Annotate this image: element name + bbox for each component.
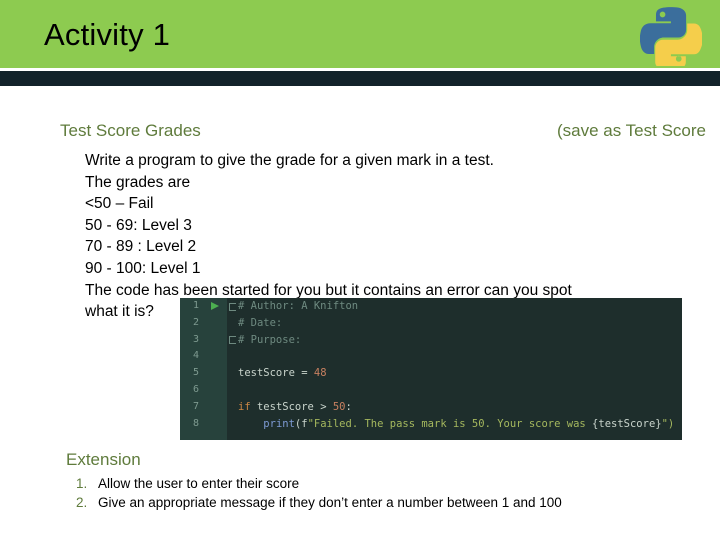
code-fold-gutter xyxy=(227,298,237,440)
code-token-comment: # Date: xyxy=(238,316,283,329)
code-token-interpolation: {testScore} xyxy=(592,417,662,430)
code-token-keyword: if xyxy=(238,400,251,413)
header-accent-stripe xyxy=(0,71,720,86)
list-item-number: 1. xyxy=(76,476,88,491)
line-number: 8 xyxy=(192,417,199,429)
section-heading-extension: Extension xyxy=(66,450,141,469)
code-line: # Author: A Knifton xyxy=(238,298,682,315)
code-token-comment: # Purpose: xyxy=(238,333,302,346)
line-number: 5 xyxy=(192,367,199,379)
list-item: 1. Allow the user to enter their score xyxy=(76,474,706,493)
code-token-paren: (f xyxy=(294,417,308,430)
code-text-area: # Author: A Knifton # Date: # Purpose: t… xyxy=(238,298,682,440)
code-editor-screenshot: 1 2 3 4 5 6 7 8 # Author: A Knifton # Da… xyxy=(180,298,682,440)
code-token-string: "Failed. The pass mark is 50. Your score… xyxy=(307,417,593,430)
code-token-comment: # Author: A Knifton xyxy=(238,300,359,312)
list-item: 2. Give an appropriate message if they d… xyxy=(76,493,706,512)
task-line: 50 - 69: Level 3 xyxy=(85,216,192,234)
slide-content: Test Score Grades (save as Test Score Wr… xyxy=(0,86,720,540)
task-line: 70 - 89 : Level 2 xyxy=(85,238,197,256)
task-line: 90 - 100: Level 1 xyxy=(85,259,201,277)
run-arrow-icon xyxy=(211,302,219,310)
code-token-condition: testScore > xyxy=(250,400,333,413)
code-token-number: 48 xyxy=(313,367,327,380)
task-line: The grades are xyxy=(85,173,191,191)
fold-marker-icon xyxy=(229,336,236,344)
code-line: # Date: xyxy=(238,315,682,332)
page-title: Activity 1 xyxy=(44,17,171,52)
code-token-colon: : xyxy=(345,400,352,413)
section-heading-test-score-grades: Test Score Grades xyxy=(60,121,201,140)
task-line: Write a program to give the grade for a … xyxy=(85,152,494,169)
code-token-string-close: ") xyxy=(661,417,675,430)
line-number: 2 xyxy=(192,316,199,328)
line-number: 4 xyxy=(192,350,199,362)
list-item-label: Allow the user to enter their score xyxy=(98,476,300,491)
line-number: 1 xyxy=(192,300,199,311)
code-line-number-gutter: 1 2 3 4 5 6 7 8 xyxy=(180,298,227,440)
extension-list: 1. Allow the user to enter their score 2… xyxy=(76,474,706,512)
python-logo xyxy=(640,4,702,66)
fold-marker-icon xyxy=(229,303,236,311)
save-as-note: (save as Test Score xyxy=(557,121,706,140)
code-token-variable: testScore xyxy=(238,367,295,380)
code-token-function: print xyxy=(263,417,295,430)
slide-header-band: Activity 1 xyxy=(0,0,720,68)
list-item-number: 2. xyxy=(76,495,88,510)
list-item-label: Give an appropriate message if they don’… xyxy=(98,495,562,510)
code-line: if testScore > 50: xyxy=(238,399,682,416)
task-line: <50 – Fail xyxy=(85,195,154,213)
code-token-number: 50 xyxy=(332,400,346,413)
line-number: 3 xyxy=(192,333,199,345)
line-number: 6 xyxy=(192,383,199,395)
task-description: Write a program to give the grade for a … xyxy=(85,150,705,323)
code-line: # Purpose: xyxy=(238,332,682,349)
code-line: print(f"Failed. The pass mark is 50. You… xyxy=(238,416,682,433)
line-number: 7 xyxy=(192,400,199,412)
code-line: testScore = 48 xyxy=(238,365,682,382)
code-token-operator: = xyxy=(294,367,314,380)
